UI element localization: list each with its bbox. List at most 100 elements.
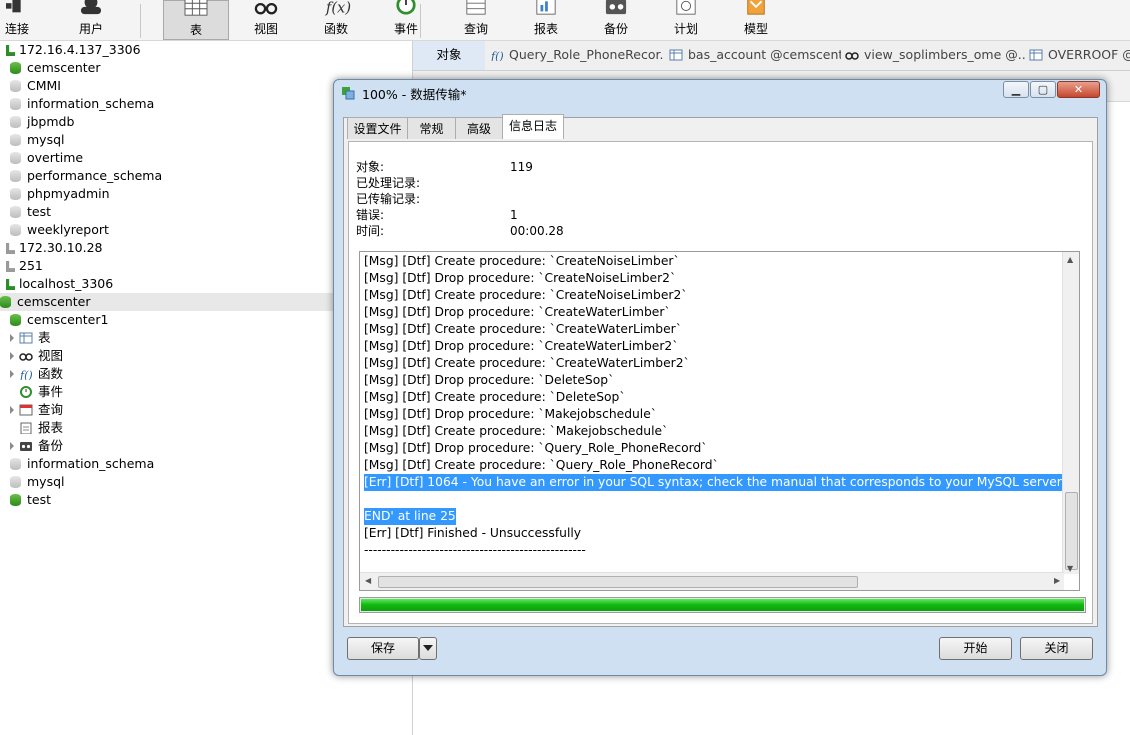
tree-node-label: test [27,492,52,507]
minimize-button[interactable]: ▁ [1003,81,1029,98]
toolbar-button-label: 模型 [743,22,768,36]
tree-database[interactable]: information_schema [10,95,154,113]
tree-object-group[interactable]: 查询 [10,401,63,419]
tree-object-group[interactable]: f() 函数 [10,365,63,383]
scroll-right-icon[interactable]: ▶ [1054,576,1060,585]
log-vertical-scroll-thumb[interactable] [1065,492,1078,570]
tree-object-group[interactable]: 表 [10,329,51,347]
scroll-up-icon[interactable]: ▲ [1067,255,1073,264]
info-label: 时间: [356,224,385,238]
toolbar-table-button[interactable]: 表 [163,0,229,40]
main-toolbar: 连接 用户 表 视图 f(x) 函数 事件 查询 报表 备份 计划 模型 [0,0,1130,41]
log-horizontal-scrollbar[interactable]: ◀ ▶ [360,572,1064,590]
tree-database[interactable]: CMMI [10,77,61,95]
tab-label: bas_account @cemscent... [688,47,841,62]
database-icon [10,116,21,128]
log-area[interactable]: [Msg] [Dtf] Create procedure: `CreateNoi… [359,251,1080,591]
tree-database[interactable]: overtime [10,149,83,167]
dialog-body: 设置文件 常规 高级 信息日志 对象: 119 已处理记录: 已传输记录: 错误: 1 时间: 00… [343,114,1098,627]
tree-database[interactable]: performance_schema [10,167,162,185]
toolbar-button-label: 函数 [323,22,348,36]
log-vertical-scrollbar[interactable]: ▲ ▼ [1062,252,1079,574]
toolbar-query-button[interactable]: 查询 [443,0,509,40]
expand-arrow-icon[interactable] [10,352,14,360]
save-button[interactable]: 保存 [347,637,419,660]
tree-object-group[interactable]: 备份 [10,437,63,455]
object-tab-strip: 对象 f() Query_Role_PhoneRecor... bas_accoun… [413,41,1130,71]
tree-database[interactable]: mysql [10,131,65,149]
info-label: 对象: [356,160,385,174]
toolbar-backup-button[interactable]: 备份 [583,0,649,40]
toolbar-view-button[interactable]: 视图 [233,0,299,40]
tree-node-label: 备份 [38,438,64,453]
close-button[interactable]: 关闭 [1020,637,1093,660]
tree-database[interactable]: jbpmdb [10,113,74,131]
tree-object-group[interactable]: 视图 [10,347,63,365]
database-icon [10,98,21,110]
dropdown-arrow-icon [423,645,433,651]
toolbar-button-label: 报表 [533,22,558,36]
toolbar-user-button[interactable]: 用户 [58,0,124,40]
tree-node-label: 172.30.10.28 [19,240,103,255]
tree-database[interactable]: cemscenter1 [10,311,108,329]
info-log-panel: 对象: 119 已处理记录: 已传输记录: 错误: 1 时间: 00:00.28 [Msg] … [348,141,1093,624]
toolbar-button-label: 用户 [78,22,103,36]
tree-database[interactable]: test [10,491,51,509]
toolbar-separator [140,4,141,38]
toolbar-report-button[interactable]: 报表 [513,0,579,40]
toolbar-event-button[interactable]: 事件 [373,0,439,40]
dialog-tab[interactable]: 高级 [455,117,503,139]
model-icon [747,0,765,15]
toolbar-schedule-button[interactable]: 计划 [653,0,719,40]
tab-editor[interactable]: bas_account @cemscent... [667,41,841,70]
scroll-left-icon[interactable]: ◀ [365,576,371,585]
tab-editor[interactable]: f() Query_Role_PhoneRecor... [488,41,664,70]
info-label: 错误: [356,208,385,222]
tab-editor[interactable]: OVERROOF @cemscente [1027,41,1130,70]
scroll-down-icon[interactable]: ▼ [1067,564,1073,573]
connection-icon [6,279,15,290]
tree-database[interactable]: weeklyreport [10,221,109,239]
toolbar-button-label: 计划 [673,22,698,36]
toolbar-connect-button[interactable]: 连接 [0,0,50,40]
log-line: [Msg] [Dtf] Create procedure: `CreateNoi… [364,254,680,268]
tree-database[interactable]: cemscenter [10,59,100,77]
expand-arrow-icon[interactable] [10,442,14,450]
log-line: [Err] [Dtf] Finished - Unsuccessfully [364,526,582,540]
expand-arrow-icon[interactable] [10,370,14,378]
close-window-button[interactable]: ✕ [1057,81,1100,98]
dialog-tab[interactable]: 设置文件 [347,117,408,139]
start-button[interactable]: 开始 [939,637,1012,660]
dialog-tab[interactable]: 常规 [407,117,456,139]
database-icon [10,494,21,506]
event-icon [20,386,32,398]
tree-object-group[interactable]: 报表 [10,419,63,437]
tree-connection[interactable]: localhost_3306 [6,275,113,293]
view-icon [254,2,278,15]
info-label: 已处理记录: [356,176,421,190]
toolbar-function-button[interactable]: f(x) 函数 [303,0,369,40]
tab-editor[interactable]: view_soplimbers_ome @... [843,41,1025,70]
tree-database[interactable]: phpmyadmin [10,185,110,203]
tree-database[interactable]: test [10,203,51,221]
maximize-button[interactable]: ▢ [1030,81,1056,98]
toolbar-model-button[interactable]: 模型 [723,0,789,40]
save-dropdown-button[interactable] [419,637,437,660]
database-icon [10,314,21,326]
tab-objects[interactable]: 对象 [413,41,485,70]
tree-node-label: cemscenter1 [27,312,109,327]
tree-object-group[interactable]: 事件 [10,383,63,401]
svg-text:f(): f() [19,369,33,380]
expand-arrow-icon[interactable] [10,334,14,342]
tree-database[interactable]: information_schema [10,455,154,473]
tree-database[interactable]: mysql [10,473,65,491]
tree-connection[interactable]: 172.30.10.28 [6,239,103,257]
log-horizontal-scroll-thumb[interactable] [378,576,858,588]
expand-arrow-icon[interactable] [10,406,14,414]
dialog-tab[interactable]: 信息日志 [502,114,564,139]
database-icon [10,188,21,200]
report-icon [536,0,556,15]
tree-connection[interactable]: 172.16.4.137_3306 [6,41,141,59]
tree-connection[interactable]: 251 [6,257,43,275]
query-icon [19,404,33,416]
